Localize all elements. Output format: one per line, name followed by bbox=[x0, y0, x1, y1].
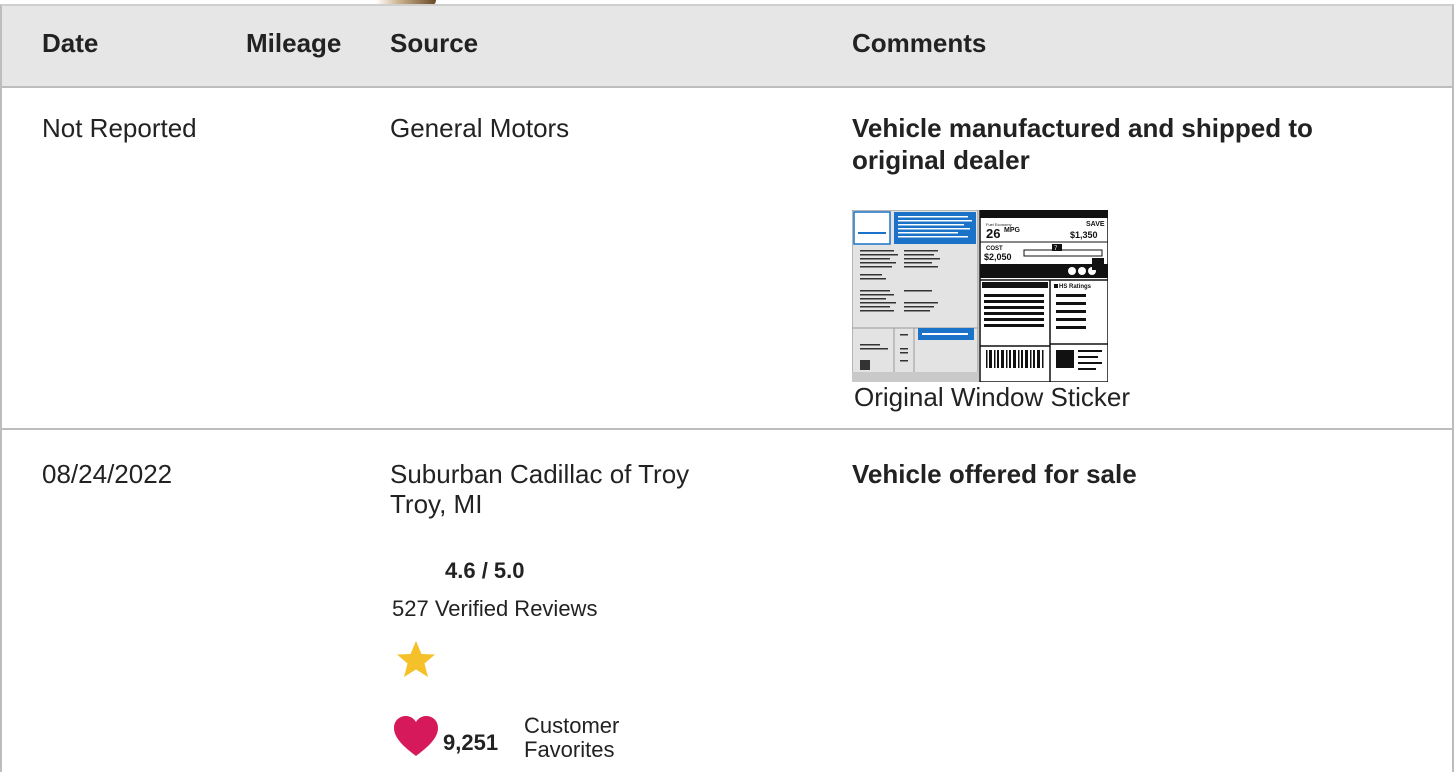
favorites-label: Customer Favorites bbox=[524, 714, 619, 762]
header-date: Date bbox=[42, 28, 99, 58]
verified-reviews-link[interactable]: 527 Verified Reviews bbox=[392, 596, 597, 622]
svg-text:MPG: MPG bbox=[1004, 227, 1021, 234]
row-date: 08/24/2022 bbox=[42, 459, 173, 489]
favorites-label-line1: Customer bbox=[524, 713, 620, 738]
dealer-location: Troy, MI bbox=[390, 489, 483, 519]
svg-text:$2,050: $2,050 bbox=[984, 252, 1012, 262]
window-sticker-thumbnail[interactable]: Fuel Economy 26 MPG SAVE $1,350 COST $2,… bbox=[852, 210, 1108, 382]
table-row: 08/24/2022 Suburban Cadillac of Troy Tro… bbox=[2, 430, 1452, 774]
sticker-caption[interactable]: Original Window Sticker bbox=[854, 382, 1130, 413]
header-mileage: Mileage bbox=[246, 28, 342, 58]
dealer-name-link[interactable]: Suburban Cadillac of Troy bbox=[390, 458, 689, 490]
favorites-label-line2: Favorites bbox=[524, 737, 615, 762]
header-source: Source bbox=[390, 28, 479, 58]
heart-icon bbox=[394, 716, 438, 756]
row-comment: Vehicle manufactured and shipped to orig… bbox=[852, 113, 1313, 175]
svg-text:26: 26 bbox=[986, 226, 1000, 241]
row-comment: Vehicle offered for sale bbox=[852, 459, 1137, 489]
row-date: Not Reported bbox=[42, 113, 197, 143]
table-header: Date Mileage Source Comments bbox=[2, 6, 1452, 88]
favorites-count: 9,251 bbox=[443, 730, 499, 755]
vehicle-history-page: Date Mileage Source Comments Not Reporte… bbox=[0, 0, 1456, 772]
svg-text:SAVE: SAVE bbox=[1086, 221, 1105, 228]
star-icon bbox=[397, 641, 435, 677]
table-row: Not Reported General Motors Vehicle manu… bbox=[2, 88, 1452, 430]
row-source: General Motors bbox=[390, 113, 570, 143]
dealer-rating: 4.6 / 5.0 bbox=[445, 558, 525, 583]
header-comments: Comments bbox=[852, 28, 987, 58]
history-table: Date Mileage Source Comments Not Reporte… bbox=[0, 4, 1454, 772]
svg-text:$1,350: $1,350 bbox=[1070, 230, 1098, 240]
svg-text:HS Ratings: HS Ratings bbox=[1059, 284, 1092, 290]
